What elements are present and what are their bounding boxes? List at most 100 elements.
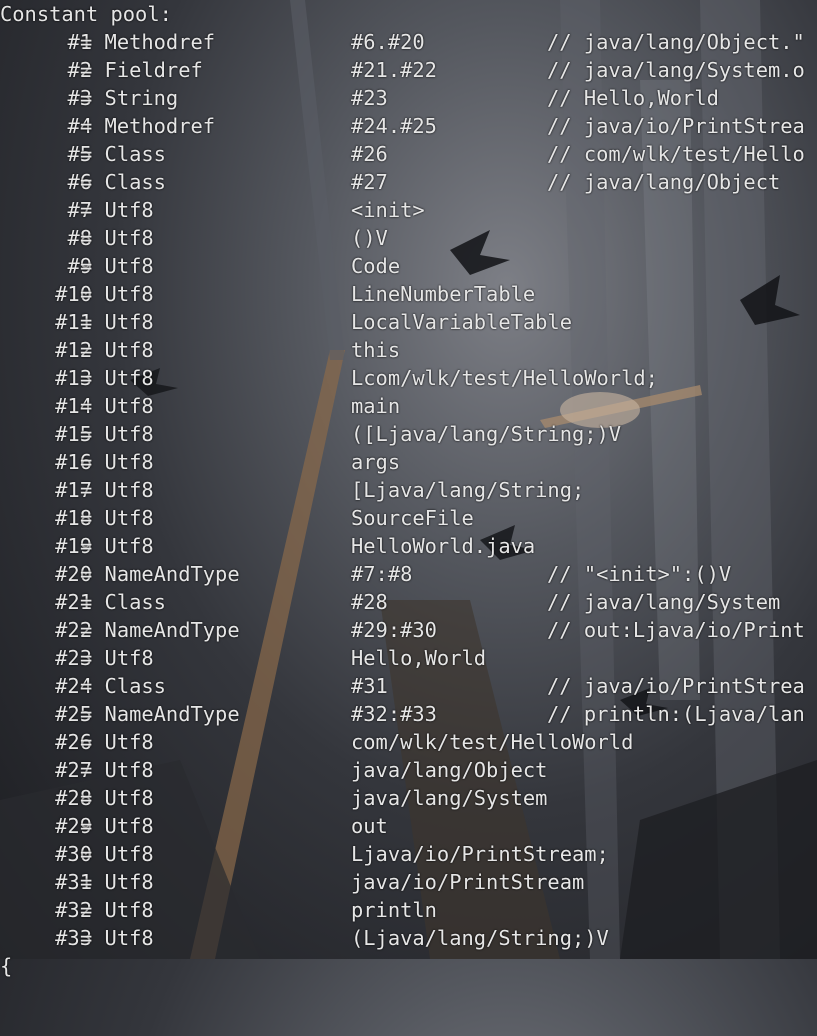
entry-index: #27	[55, 758, 92, 782]
entry-index: #26	[55, 730, 92, 754]
constant-pool-entry: #10 = Utf8 LineNumberTable	[0, 280, 817, 308]
entry-index: #19	[55, 534, 92, 558]
entry-type: = Utf8	[80, 254, 154, 278]
entry-comment: // com/wlk/test/Hello	[547, 142, 805, 166]
header-text: Constant pool:	[0, 2, 172, 26]
entry-type: = Utf8	[80, 198, 154, 222]
entry-index: #4	[67, 114, 92, 138]
entry-index: #22	[55, 618, 92, 642]
constant-pool-entry: #12 = Utf8 this	[0, 336, 817, 364]
entry-comment: // java/lang/Object."	[547, 30, 805, 54]
constant-pool-entry: #2 = Fieldref #21.#22 // java/lang/System.o	[0, 56, 817, 84]
entry-index: #28	[55, 786, 92, 810]
entry-index: #23	[55, 646, 92, 670]
entry-type: = Utf8	[80, 506, 154, 530]
constant-pool-entry: #9 = Utf8 Code	[0, 252, 817, 280]
entry-value: #31	[351, 674, 388, 698]
entry-index: #9	[67, 254, 92, 278]
constant-pool-entry: #21 = Class #28 // java/lang/System	[0, 588, 817, 616]
entry-index: #31	[55, 870, 92, 894]
entry-index: #24	[55, 674, 92, 698]
constant-pool-entry: #7 = Utf8 <init>	[0, 196, 817, 224]
constant-pool-entry: #20 = NameAndType #7:#8 // "<init>":()V	[0, 560, 817, 588]
entry-type: = Utf8	[80, 926, 154, 950]
entry-value: Code	[351, 254, 401, 278]
entry-value: Ljava/io/PrintStream;	[351, 842, 609, 866]
entry-value: java/lang/Object	[351, 758, 548, 782]
constant-pool-entry: #29 = Utf8 out	[0, 812, 817, 840]
entry-index: #17	[55, 478, 92, 502]
entry-index: #32	[55, 898, 92, 922]
entry-value: #27	[351, 170, 388, 194]
entry-value: #32:#33	[351, 702, 437, 726]
entry-index: #18	[55, 506, 92, 530]
entry-value: SourceFile	[351, 506, 474, 530]
entry-value: #6.#20	[351, 30, 425, 54]
entry-comment: // java/io/PrintStrea	[547, 674, 805, 698]
entry-type: = Utf8	[80, 282, 154, 306]
entry-comment: // println:(Ljava/lan	[547, 702, 805, 726]
entry-type: = NameAndType	[80, 618, 240, 642]
entry-type: = Utf8	[80, 758, 154, 782]
constant-pool-entry: #22 = NameAndType #29:#30 // out:Ljava/io/P…	[0, 616, 817, 644]
entry-comment: // Hello,World	[547, 86, 719, 110]
entry-comment: // out:Ljava/io/Print	[547, 618, 805, 642]
constant-pool-entry: #28 = Utf8 java/lang/System	[0, 784, 817, 812]
constant-pool-entry: #24 = Class #31 // java/io/PrintStrea	[0, 672, 817, 700]
entry-index: #25	[55, 702, 92, 726]
entry-type: = Utf8	[80, 786, 154, 810]
entry-value: <init>	[351, 198, 425, 222]
constant-pool-entry: #8 = Utf8 ()V	[0, 224, 817, 252]
constant-pool-entry: #17 = Utf8 [Ljava/lang/String;	[0, 476, 817, 504]
constant-pool-entry: #27 = Utf8 java/lang/Object	[0, 756, 817, 784]
constant-pool-header: Constant pool:	[0, 0, 817, 28]
constant-pool-entry: #3 = String #23 // Hello,World	[0, 84, 817, 112]
entry-type: = NameAndType	[80, 702, 240, 726]
entry-value: #29:#30	[351, 618, 437, 642]
entry-index: #12	[55, 338, 92, 362]
entry-type: = Utf8	[80, 646, 154, 670]
entry-type: = Utf8	[80, 870, 154, 894]
entry-type: = Class	[80, 674, 166, 698]
entry-index: #20	[55, 562, 92, 586]
constant-pool-entry: #1 = Methodref #6.#20 // java/lang/Object."	[0, 28, 817, 56]
entry-comment: // java/io/PrintStrea	[547, 114, 805, 138]
entry-index: #6	[67, 170, 92, 194]
entry-type: = Utf8	[80, 842, 154, 866]
entry-type: = Utf8	[80, 478, 154, 502]
entry-type: = Utf8	[80, 450, 154, 474]
entry-value: ([Ljava/lang/String;)V	[351, 422, 622, 446]
entry-index: #10	[55, 282, 92, 306]
entry-type: = Utf8	[80, 814, 154, 838]
entry-comment: // "<init>":()V	[547, 562, 732, 586]
entry-value: HelloWorld.java	[351, 534, 536, 558]
entry-value: #7:#8	[351, 562, 413, 586]
entry-comment: // java/lang/System	[547, 590, 781, 614]
entry-index: #8	[67, 226, 92, 250]
entry-type: = Utf8	[80, 422, 154, 446]
entry-type: = String	[80, 86, 179, 110]
closing-brace-line: {	[0, 952, 817, 980]
entry-type: = Utf8	[80, 338, 154, 362]
entry-index: #30	[55, 842, 92, 866]
constant-pool-entry: #13 = Utf8 Lcom/wlk/test/HelloWorld;	[0, 364, 817, 392]
constant-pool-entry: #33 = Utf8 (Ljava/lang/String;)V	[0, 924, 817, 952]
constant-pool-entry: #16 = Utf8 args	[0, 448, 817, 476]
constant-pool-entry: #31 = Utf8 java/io/PrintStream	[0, 868, 817, 896]
entry-type: = Utf8	[80, 366, 154, 390]
constant-pool-entry: #19 = Utf8 HelloWorld.java	[0, 532, 817, 560]
entry-value: #21.#22	[351, 58, 437, 82]
entry-value: #24.#25	[351, 114, 437, 138]
entry-index: #15	[55, 422, 92, 446]
closing-brace: {	[0, 954, 13, 978]
entry-index: #13	[55, 366, 92, 390]
entry-value: com/wlk/test/HelloWorld	[351, 730, 634, 754]
entry-value: [Ljava/lang/String;	[351, 478, 585, 502]
entry-index: #14	[55, 394, 92, 418]
entry-type: = Utf8	[80, 310, 154, 334]
entry-type: = Class	[80, 142, 166, 166]
entry-type: = Methodref	[80, 30, 216, 54]
entry-comment: // java/lang/Object	[547, 170, 781, 194]
constant-pool-entry: #23 = Utf8 Hello,World	[0, 644, 817, 672]
entry-value: (Ljava/lang/String;)V	[351, 926, 609, 950]
